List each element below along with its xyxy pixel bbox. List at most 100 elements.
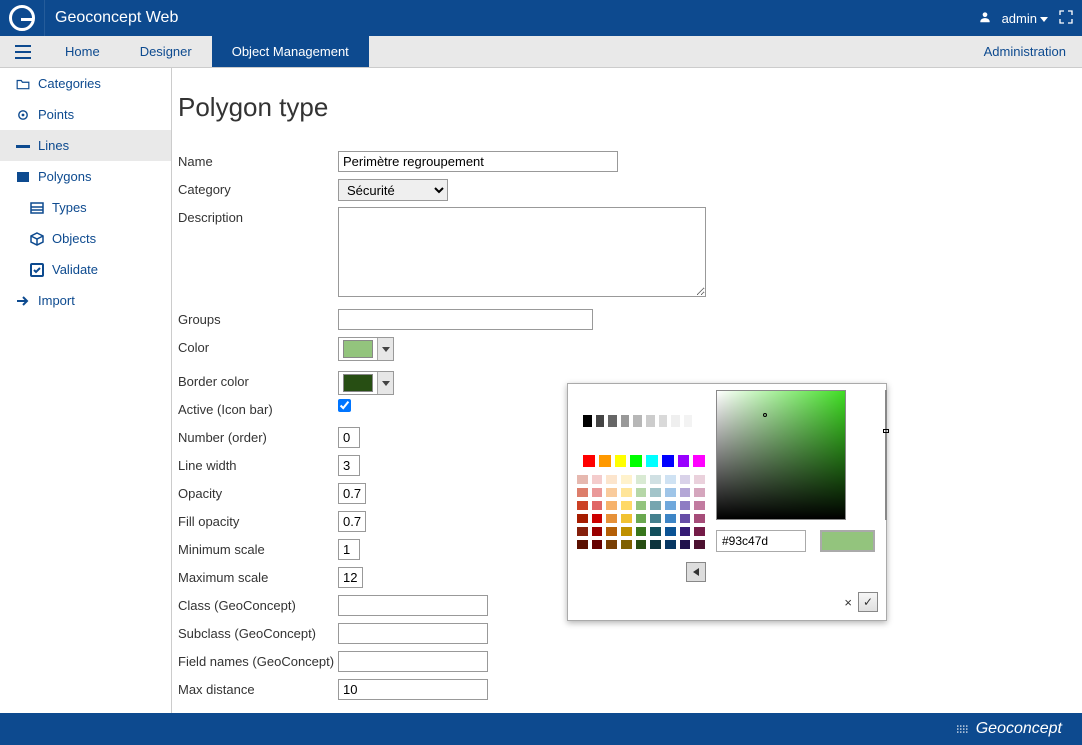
subclass-field[interactable] (338, 623, 488, 644)
palette-cell[interactable] (605, 539, 618, 550)
tab-object-management[interactable]: Object Management (212, 36, 369, 67)
palette-cell[interactable] (683, 414, 694, 428)
palette-cell[interactable] (679, 526, 692, 537)
number-field[interactable] (338, 427, 360, 448)
description-field[interactable] (338, 207, 706, 297)
collapse-palette-button[interactable] (686, 562, 706, 582)
palette-cell[interactable] (620, 526, 633, 537)
palette-cell[interactable] (679, 513, 692, 524)
palette-cell[interactable] (664, 500, 677, 511)
sv-gradient-area[interactable] (716, 390, 846, 520)
color-picker-button[interactable] (338, 337, 394, 361)
palette-cell[interactable] (645, 454, 659, 468)
palette-cell[interactable] (605, 513, 618, 524)
palette-cell[interactable] (620, 500, 633, 511)
menu-toggle-icon[interactable] (0, 36, 45, 67)
palette-cell[interactable] (605, 500, 618, 511)
palette-cell[interactable] (576, 526, 589, 537)
fill-opacity-field[interactable] (338, 511, 366, 532)
palette-cell[interactable] (605, 474, 618, 485)
palette-cell[interactable] (649, 487, 662, 498)
palette-cell[interactable] (649, 539, 662, 550)
palette-cell[interactable] (664, 513, 677, 524)
opacity-field[interactable] (338, 483, 366, 504)
palette-cell[interactable] (591, 487, 604, 498)
sidebar-item-types[interactable]: Types (0, 192, 171, 223)
hex-input[interactable] (716, 530, 806, 552)
palette-cell[interactable] (582, 454, 596, 468)
palette-cell[interactable] (576, 513, 589, 524)
palette-cell[interactable] (598, 454, 612, 468)
palette-cell[interactable] (679, 474, 692, 485)
active-checkbox[interactable] (338, 399, 351, 412)
palette-cell[interactable] (620, 487, 633, 498)
palette-cell[interactable] (692, 454, 706, 468)
confirm-button[interactable]: ✓ (858, 592, 878, 612)
palette-cell[interactable] (693, 513, 706, 524)
palette-cell[interactable] (576, 474, 589, 485)
palette-cell[interactable] (695, 414, 706, 428)
palette-cell[interactable] (576, 487, 589, 498)
palette-cell[interactable] (649, 500, 662, 511)
palette-cell[interactable] (677, 454, 691, 468)
palette-cell[interactable] (635, 513, 648, 524)
tab-designer[interactable]: Designer (120, 36, 212, 67)
palette-cell[interactable] (620, 414, 631, 428)
palette-cell[interactable] (693, 526, 706, 537)
palette-cell[interactable] (591, 500, 604, 511)
hue-slider[interactable] (885, 390, 887, 520)
palette-cell[interactable] (576, 500, 589, 511)
palette-cell[interactable] (670, 414, 681, 428)
palette-cell[interactable] (693, 539, 706, 550)
palette-cell[interactable] (645, 414, 656, 428)
palette-cell[interactable] (635, 500, 648, 511)
palette-cell[interactable] (591, 513, 604, 524)
category-select[interactable]: Sécurité (338, 179, 448, 201)
palette-cell[interactable] (635, 474, 648, 485)
palette-cell[interactable] (693, 474, 706, 485)
min-scale-field[interactable] (338, 539, 360, 560)
palette-cell[interactable] (664, 539, 677, 550)
palette-cell[interactable] (605, 487, 618, 498)
border-color-picker-button[interactable] (338, 371, 394, 395)
palette-cell[interactable] (679, 487, 692, 498)
palette-cell[interactable] (649, 474, 662, 485)
palette-cell[interactable] (605, 526, 618, 537)
sidebar-item-lines[interactable]: Lines (0, 130, 171, 161)
palette-cell[interactable] (591, 526, 604, 537)
palette-cell[interactable] (649, 526, 662, 537)
palette-cell[interactable] (661, 454, 675, 468)
sidebar-item-polygons[interactable]: Polygons (0, 161, 171, 192)
palette-cell[interactable] (664, 526, 677, 537)
palette-cell[interactable] (693, 500, 706, 511)
sidebar-item-points[interactable]: Points (0, 99, 171, 130)
sidebar-item-categories[interactable]: Categories (0, 68, 171, 99)
palette-cell[interactable] (614, 454, 628, 468)
palette-cell[interactable] (679, 500, 692, 511)
app-logo[interactable] (0, 0, 45, 36)
palette-cell[interactable] (632, 414, 643, 428)
fullscreen-icon[interactable] (1058, 9, 1074, 28)
field-names-field[interactable] (338, 651, 488, 672)
tab-home[interactable]: Home (45, 36, 120, 67)
sidebar-item-validate[interactable]: Validate (0, 254, 171, 285)
palette-cell[interactable] (664, 474, 677, 485)
palette-cell[interactable] (582, 414, 593, 428)
palette-cell[interactable] (607, 414, 618, 428)
palette-cell[interactable] (664, 487, 677, 498)
name-field[interactable] (338, 151, 618, 172)
close-button[interactable]: × (844, 595, 852, 610)
palette-cell[interactable] (595, 414, 606, 428)
palette-cell[interactable] (620, 539, 633, 550)
palette-cell[interactable] (591, 539, 604, 550)
class-field[interactable] (338, 595, 488, 616)
palette-cell[interactable] (649, 513, 662, 524)
sidebar-item-objects[interactable]: Objects (0, 223, 171, 254)
max-scale-field[interactable] (338, 567, 363, 588)
tab-administration[interactable]: Administration (968, 36, 1082, 67)
palette-cell[interactable] (635, 487, 648, 498)
palette-cell[interactable] (679, 539, 692, 550)
palette-cell[interactable] (591, 474, 604, 485)
palette-cell[interactable] (576, 539, 589, 550)
user-menu[interactable]: admin (1002, 11, 1048, 26)
